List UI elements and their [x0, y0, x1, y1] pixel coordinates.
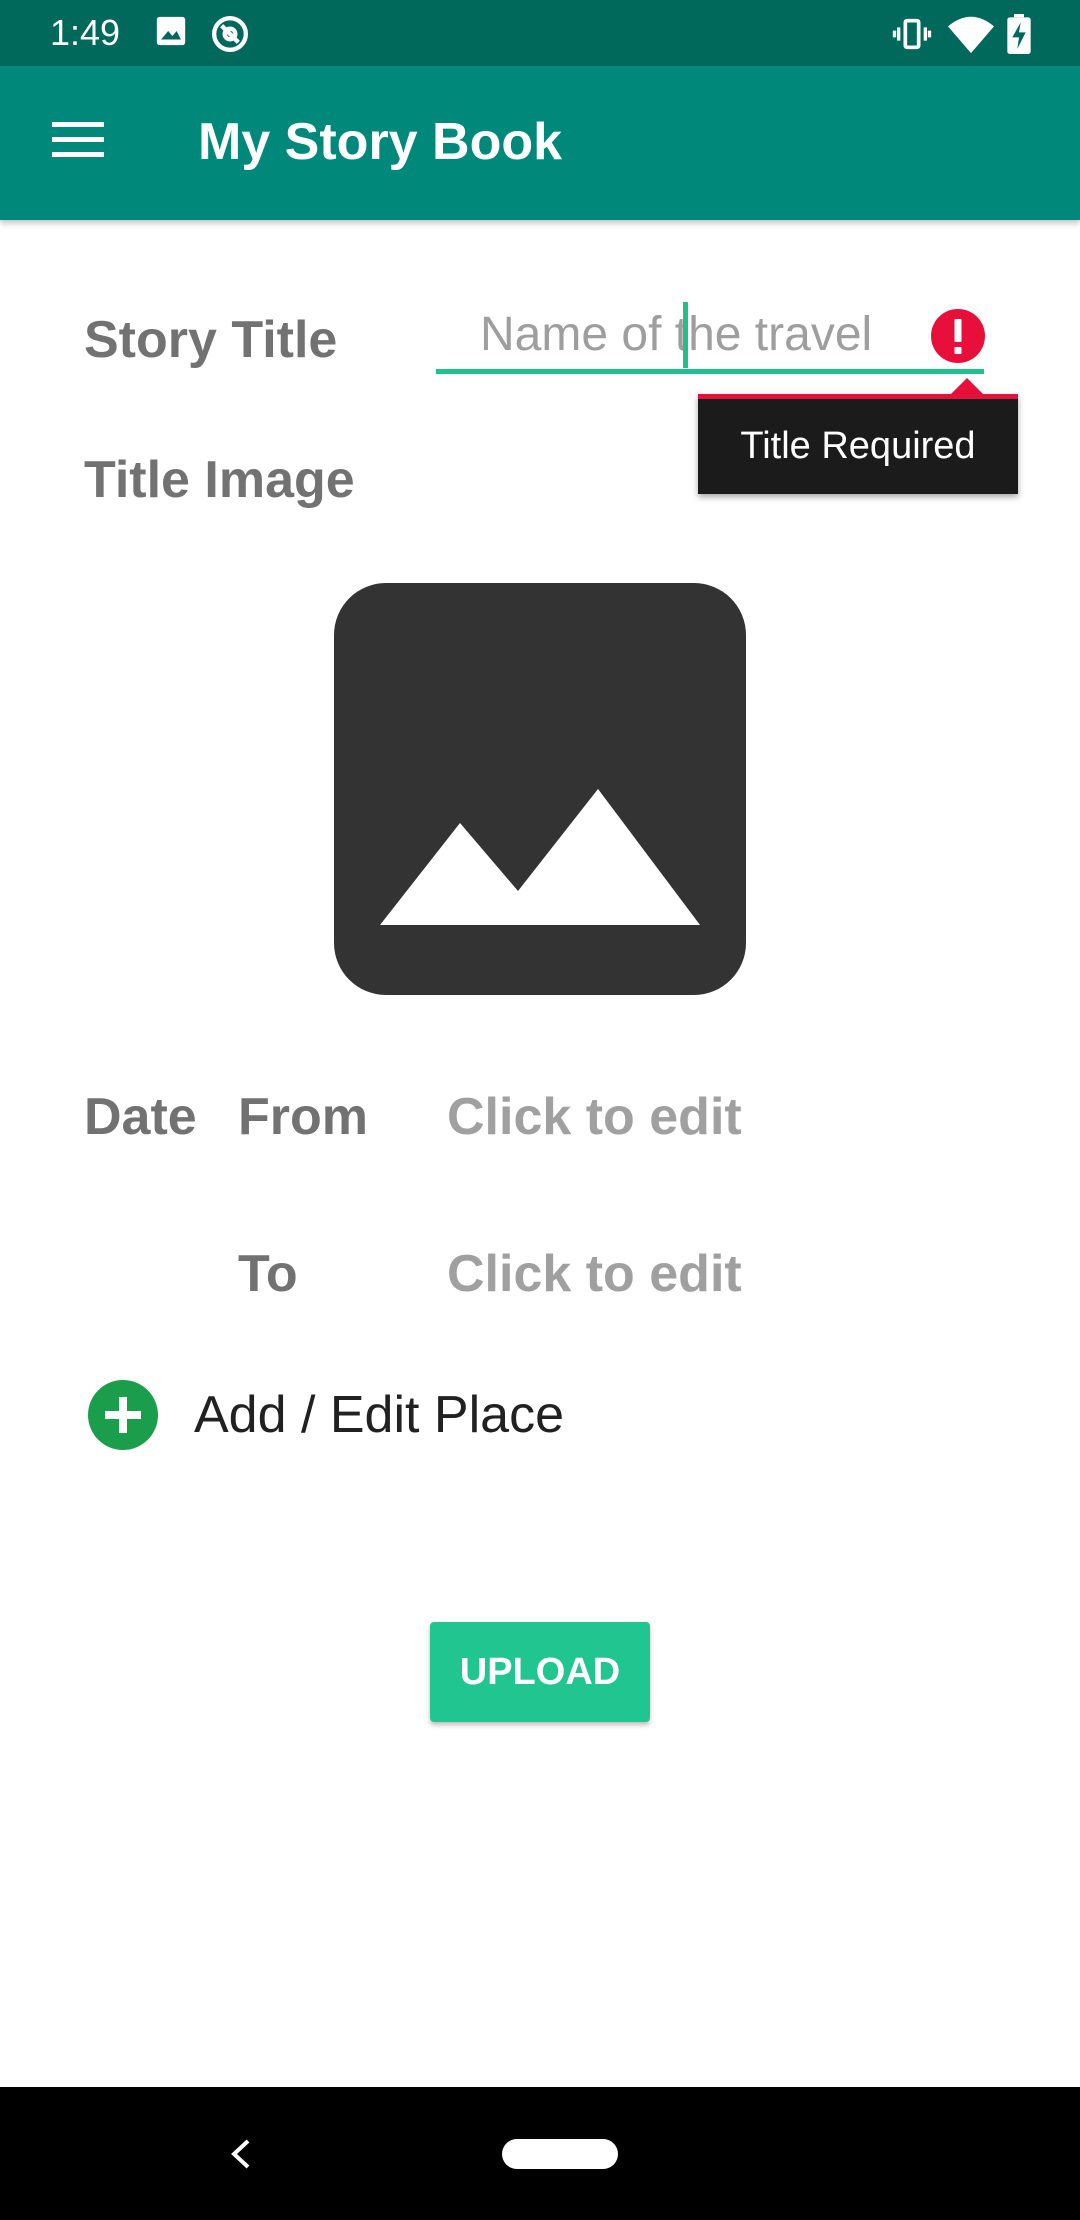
status-bar: 1:49	[0, 0, 1080, 66]
home-button[interactable]	[502, 2139, 618, 2169]
title-image-placeholder[interactable]	[334, 583, 746, 995]
battery-charging-icon	[1007, 14, 1031, 54]
app-title: My Story Book	[198, 113, 563, 171]
hamburger-menu-icon	[52, 122, 104, 157]
text-cursor	[683, 302, 688, 368]
error-popup-arrow	[951, 378, 983, 394]
app-bar: My Story Book	[0, 66, 1080, 220]
to-label: To	[238, 1245, 298, 1303]
navigation-bar	[0, 2087, 1080, 2220]
back-icon[interactable]	[222, 2127, 258, 2181]
to-date-field[interactable]: Click to edit	[447, 1244, 742, 1304]
wifi-icon	[948, 16, 994, 54]
date-label: Date	[84, 1088, 197, 1146]
status-time: 1:49	[50, 12, 121, 53]
vibrate-icon	[892, 18, 932, 50]
error-icon	[931, 309, 985, 363]
title-image-label: Title Image	[84, 451, 355, 509]
image-icon	[156, 16, 186, 46]
from-label: From	[238, 1088, 368, 1146]
story-title-label: Story Title	[84, 311, 338, 369]
at-sign-icon	[212, 16, 248, 52]
error-popup: Title Required	[698, 394, 1018, 494]
story-title-input[interactable]	[436, 300, 984, 374]
upload-button[interactable]: UPLOAD	[430, 1622, 650, 1722]
add-circle-icon	[88, 1380, 158, 1450]
add-edit-place-button[interactable]: Add / Edit Place	[88, 1378, 648, 1458]
menu-button[interactable]	[40, 102, 116, 178]
from-date-field[interactable]: Click to edit	[447, 1087, 742, 1147]
add-edit-place-label: Add / Edit Place	[194, 1386, 564, 1444]
